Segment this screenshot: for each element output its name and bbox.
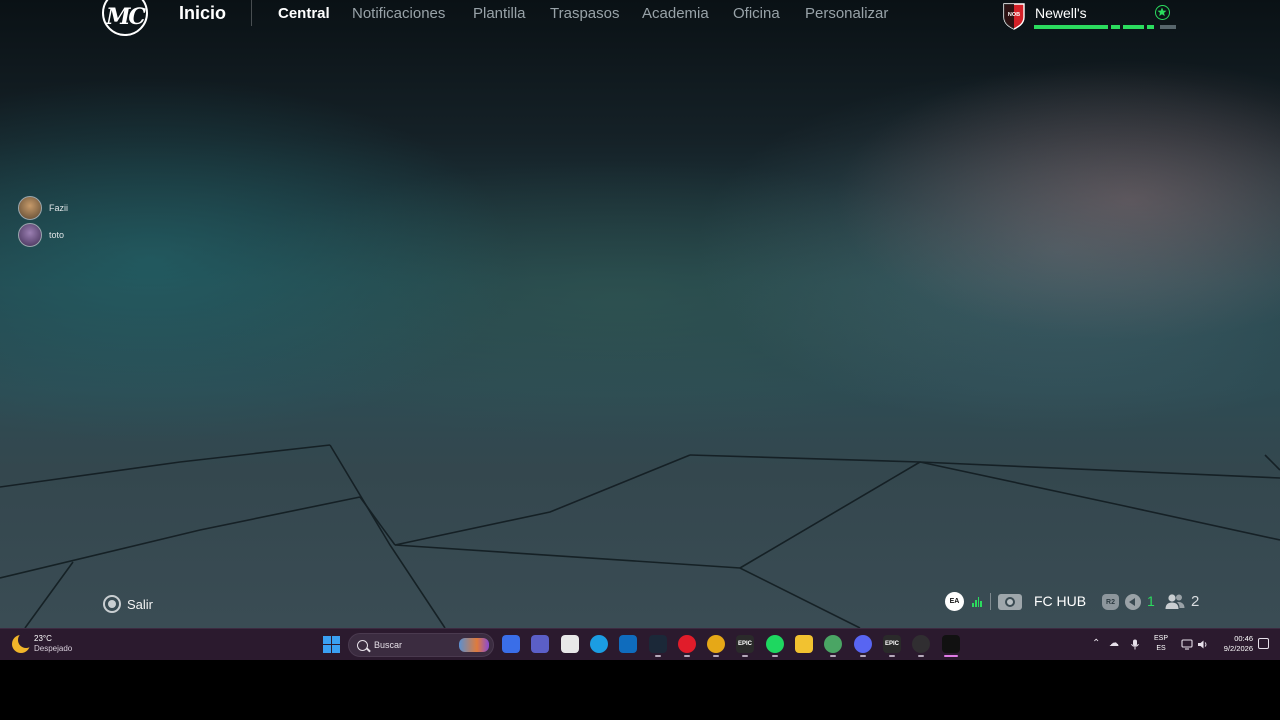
windows-start-icon[interactable] xyxy=(323,636,340,653)
running-indicator xyxy=(830,655,836,657)
running-indicator xyxy=(655,655,661,657)
running-indicator xyxy=(742,655,748,657)
search-placeholder: Buscar xyxy=(374,640,403,650)
steam-icon[interactable] xyxy=(649,635,667,653)
tab-traspasos[interactable]: Traspasos xyxy=(550,5,642,22)
network-icon[interactable] xyxy=(1181,639,1193,650)
clock-time: 00:46 xyxy=(1234,634,1253,643)
copilot-icon[interactable] xyxy=(502,635,520,653)
tab-personalizar[interactable]: Personalizar xyxy=(805,5,888,22)
epic-games-icon[interactable]: EPIC xyxy=(736,635,754,653)
file-explorer-icon[interactable] xyxy=(795,635,813,653)
star-icon xyxy=(1155,5,1170,20)
cloud-icon[interactable]: ☁ xyxy=(1109,638,1119,649)
tab-plantilla[interactable]: Plantilla xyxy=(473,5,550,22)
weather-temperature: 23°C xyxy=(34,634,52,643)
opera-icon[interactable] xyxy=(678,635,696,653)
edge-icon[interactable] xyxy=(590,635,608,653)
friend-entry[interactable]: toto xyxy=(18,223,64,247)
r2-button-icon: R2 xyxy=(1102,594,1119,610)
camera-icon[interactable] xyxy=(998,594,1022,610)
nav-divider xyxy=(251,0,252,26)
running-indicator xyxy=(684,655,690,657)
outlook-icon[interactable] xyxy=(619,635,637,653)
club-progress-segment xyxy=(1034,25,1108,29)
game-viewport xyxy=(0,0,1280,628)
running-indicator xyxy=(918,655,924,657)
club-progress-segment xyxy=(1146,25,1155,29)
club-progress-empty xyxy=(1160,25,1176,29)
tab-central[interactable]: Central xyxy=(278,5,352,22)
microphone-icon[interactable] xyxy=(1131,639,1139,650)
avatar xyxy=(18,223,42,247)
teams-icon[interactable] xyxy=(531,635,549,653)
chrome-icon[interactable] xyxy=(707,635,725,653)
running-indicator xyxy=(889,655,895,657)
notification-icon[interactable] xyxy=(1258,638,1269,649)
club-name: Newell's xyxy=(1035,5,1087,21)
club-progress-segment xyxy=(1110,25,1121,29)
hud-status: EA FC HUB R2 1 2 xyxy=(945,591,1207,613)
exit-button[interactable]: Salir xyxy=(103,595,153,613)
speaker-count: 1 xyxy=(1147,593,1155,609)
friend-name: toto xyxy=(49,230,65,240)
running-indicator xyxy=(860,655,866,657)
tab-oficina[interactable]: Oficina xyxy=(733,5,805,22)
ea-logo-icon: EA xyxy=(945,592,964,611)
friends-icon[interactable] xyxy=(1165,593,1185,610)
avatar xyxy=(18,196,42,220)
nav-tabs: Central Notificaciones Plantilla Traspas… xyxy=(278,5,888,22)
nav-home[interactable]: Inicio xyxy=(179,3,226,24)
friend-name: Fazii xyxy=(49,203,69,213)
discord-icon[interactable] xyxy=(854,635,872,653)
exit-label: Salir xyxy=(127,596,154,612)
search-icon xyxy=(357,639,368,651)
friend-entry[interactable]: Fazii xyxy=(18,196,68,220)
signal-icon xyxy=(972,597,982,607)
stadium-floor-lines xyxy=(0,444,1280,628)
clock-date: 9/2/2026 xyxy=(1223,644,1253,653)
chevron-up-icon[interactable]: ⌃ xyxy=(1092,638,1100,649)
epic-launcher-icon[interactable]: EPIC xyxy=(883,635,901,653)
club-crest-icon: NOB xyxy=(1003,3,1025,30)
language-indicator[interactable]: ESP ES xyxy=(1154,634,1168,654)
obs-icon[interactable] xyxy=(912,635,930,653)
hud-divider xyxy=(990,593,991,610)
friends-count: 2 xyxy=(1191,593,1200,610)
fc-hub-label[interactable]: FC HUB xyxy=(1034,593,1086,609)
club-progress-segment xyxy=(1123,25,1144,29)
running-indicator xyxy=(944,655,958,657)
clock[interactable]: 00:46 9/2/2026 xyxy=(1219,634,1253,654)
speaker-icon xyxy=(1125,594,1141,610)
running-indicator xyxy=(713,655,719,657)
moon-icon xyxy=(12,632,34,653)
ea-fc-icon[interactable] xyxy=(942,635,960,653)
tab-academia[interactable]: Academia xyxy=(642,5,733,22)
keyboard-layout: ES xyxy=(1156,645,1166,652)
club-badge[interactable]: NOB Newell's xyxy=(1000,0,1180,34)
weather-widget[interactable]: 23°C Despejado xyxy=(12,632,73,654)
circle-button-icon xyxy=(103,595,121,613)
language-code: ESP xyxy=(1154,635,1169,642)
taskbar: 23°C Despejado Buscar ⌃ ☁ ESP ES 00:46 9… xyxy=(0,628,1280,660)
tab-notificaciones[interactable]: Notificaciones xyxy=(352,5,473,22)
search-highlight-icon xyxy=(459,638,489,652)
store-icon[interactable] xyxy=(561,635,579,653)
chrome-profile-icon[interactable] xyxy=(824,635,842,653)
spotify-icon[interactable] xyxy=(766,635,784,653)
club-progress-bar xyxy=(1034,25,1176,29)
club-crest-text: NOB xyxy=(1008,12,1020,18)
mc-logo: MC xyxy=(102,0,148,36)
weather-description: Despejado xyxy=(34,644,73,653)
volume-icon[interactable] xyxy=(1197,639,1208,650)
running-indicator xyxy=(772,655,778,657)
top-navigation: MC Inicio Central Notificaciones Plantil… xyxy=(0,0,1280,40)
letterbox-bar xyxy=(0,660,1280,720)
taskbar-search[interactable]: Buscar xyxy=(348,633,494,657)
